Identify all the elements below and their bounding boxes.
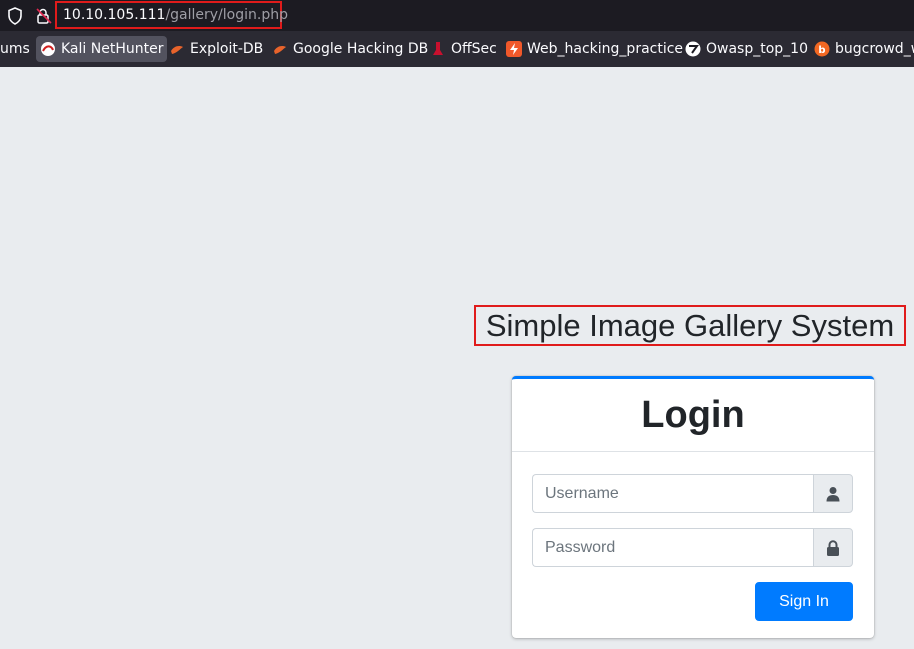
ghdb-icon <box>272 41 288 57</box>
bookmark-label: Google Hacking DB <box>293 41 429 57</box>
lock-icon <box>813 528 853 567</box>
username-input[interactable] <box>532 474 813 513</box>
url-path: /gallery/login.php <box>165 7 288 23</box>
bookmark-label: bugcrowd_w <box>835 41 914 57</box>
bolt-icon <box>506 41 522 57</box>
exploit-db-icon <box>169 41 185 57</box>
bookmark-label: Kali NetHunter <box>61 41 164 57</box>
bookmark-exploit-db[interactable]: Exploit-DB <box>165 36 267 62</box>
user-icon <box>813 474 853 513</box>
lock-slash-icon[interactable] <box>33 0 55 31</box>
card-header: Login <box>512 379 874 452</box>
offsec-icon <box>430 41 446 57</box>
bookmark-offsec[interactable]: OffSec <box>426 36 501 62</box>
password-input[interactable] <box>532 528 813 567</box>
svg-text:b: b <box>818 45 825 56</box>
url-host: 10.10.105.111 <box>63 7 166 23</box>
bookmark-label: Web_hacking_practice <box>527 41 684 57</box>
login-heading: Login <box>641 393 745 436</box>
bookmark-label: OffSec <box>451 41 497 57</box>
sign-in-button[interactable]: Sign In <box>755 582 853 621</box>
username-group <box>532 474 853 513</box>
kali-nethunter-icon <box>40 41 56 57</box>
bookmark-label: Owasp_top_10 <box>706 41 808 57</box>
app-title: Simple Image Gallery System <box>474 305 906 346</box>
bookmarks-toolbar: ums Kali NetHunter Exploit-DB Google Hac… <box>0 31 914 67</box>
bookmark-forums[interactable]: ums <box>0 36 34 62</box>
bookmark-owasp-top-10[interactable]: Owasp_top_10 <box>681 36 812 62</box>
bookmark-bugcrowd[interactable]: b bugcrowd_w <box>810 36 914 62</box>
shield-icon[interactable] <box>4 0 26 31</box>
browser-url-bar: 10.10.105.111/gallery/login.php <box>0 0 914 31</box>
login-card: Login Sign In <box>512 376 874 638</box>
address-field[interactable]: 10.10.105.111/gallery/login.php <box>55 1 288 29</box>
bookmark-web-hacking-practice[interactable]: Web_hacking_practice <box>502 36 687 62</box>
bookmark-label: ums <box>0 41 30 57</box>
password-group <box>532 528 853 567</box>
bugcrowd-icon: b <box>814 41 830 57</box>
bookmark-label: Exploit-DB <box>190 41 264 57</box>
bookmark-google-hacking-db[interactable]: Google Hacking DB <box>268 36 432 62</box>
bookmark-kali-nethunter[interactable]: Kali NetHunter <box>36 36 168 62</box>
owasp-icon <box>685 41 701 57</box>
